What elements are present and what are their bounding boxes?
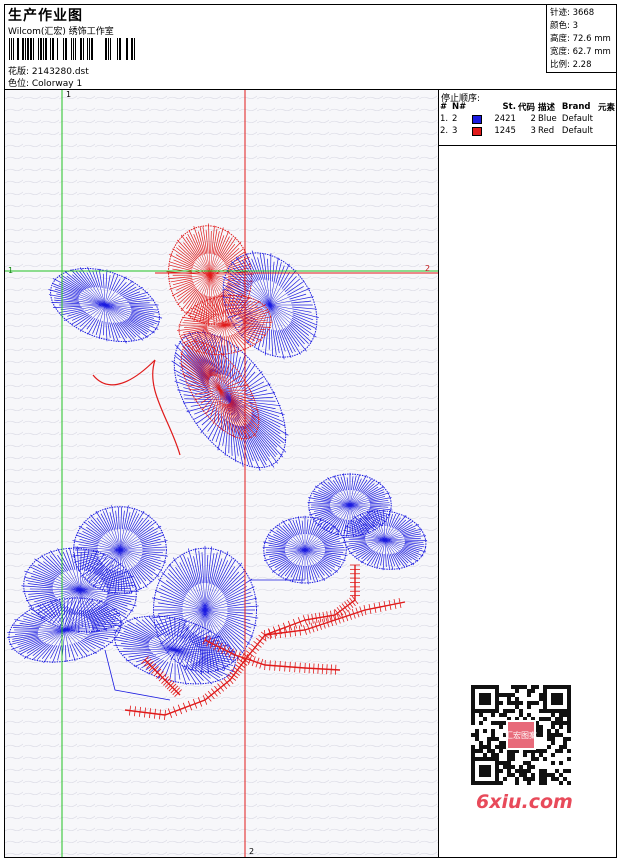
design-scale: 比例: 2.28	[550, 60, 592, 70]
table-row[interactable]: 2. 3 1245 3 Red Default	[439, 125, 616, 137]
row-index: 2.	[440, 126, 449, 136]
col-n: N#	[451, 102, 467, 112]
watermark-logo: 6xiu.com	[476, 791, 573, 813]
row-code: 3	[530, 126, 536, 136]
guide-label-h1: 1	[8, 266, 14, 275]
row-stitches: 2421	[471, 113, 517, 125]
guide-label-h2: 2	[425, 264, 431, 273]
stats-box: 针迹: 3668 颜色: 3 高度: 72.6 mm 宽度: 62.7 mm 比…	[546, 5, 617, 73]
header: 生产作业图 Wilcom(汇宏) 绣饰工作室 花版: 2143280.dst 色…	[5, 5, 617, 90]
stamp-text: 汇宏图案	[505, 730, 537, 740]
colorway: 色位: Colorway 1	[8, 79, 83, 89]
color-swatch	[471, 127, 482, 136]
row-desc: Blue	[537, 114, 557, 124]
row-element	[597, 113, 616, 125]
row-brand: Default	[561, 126, 593, 136]
guide-label-v2: 2	[249, 847, 255, 856]
row-element	[597, 125, 616, 137]
col-brand: Brand	[561, 102, 591, 112]
col-st: St.	[502, 102, 516, 112]
stitch-count: 针迹: 3668	[550, 8, 595, 18]
row-code: 2	[530, 114, 536, 124]
col-code: 代码	[517, 103, 535, 113]
stop-sequence-table: # N# St. 代码 描述 Brand 元素 1. 2 2421 2 Blue…	[439, 101, 616, 137]
embroidery-preview	[5, 90, 438, 857]
panel-divider	[439, 145, 616, 146]
col-desc: 描述	[537, 103, 555, 113]
barcode	[9, 38, 135, 60]
guide-label-v1: 1	[66, 90, 72, 99]
color-swatch	[471, 115, 482, 124]
col-index: #	[440, 102, 448, 112]
col-element: 元素	[597, 103, 615, 113]
row-index: 1.	[440, 114, 449, 124]
table-header-row: # N# St. 代码 描述 Brand 元素	[439, 101, 616, 113]
studio-name: Wilcom(汇宏) 绣饰工作室	[8, 27, 114, 37]
row-n: 3	[451, 126, 458, 136]
qr-code: 汇宏图案	[466, 680, 576, 790]
design-width: 宽度: 62.7 mm	[550, 47, 611, 57]
table-row[interactable]: 1. 2 2421 2 Blue Default	[439, 113, 616, 125]
row-stitches: 1245	[471, 125, 517, 137]
row-desc: Red	[537, 126, 555, 136]
row-brand: Default	[561, 114, 593, 124]
design-canvas: 1 1 2 2	[5, 90, 439, 857]
color-count: 颜色: 3	[550, 21, 578, 31]
design-height: 高度: 72.6 mm	[550, 34, 611, 44]
page-title: 生产作业图	[8, 8, 83, 24]
row-n: 2	[451, 114, 458, 124]
